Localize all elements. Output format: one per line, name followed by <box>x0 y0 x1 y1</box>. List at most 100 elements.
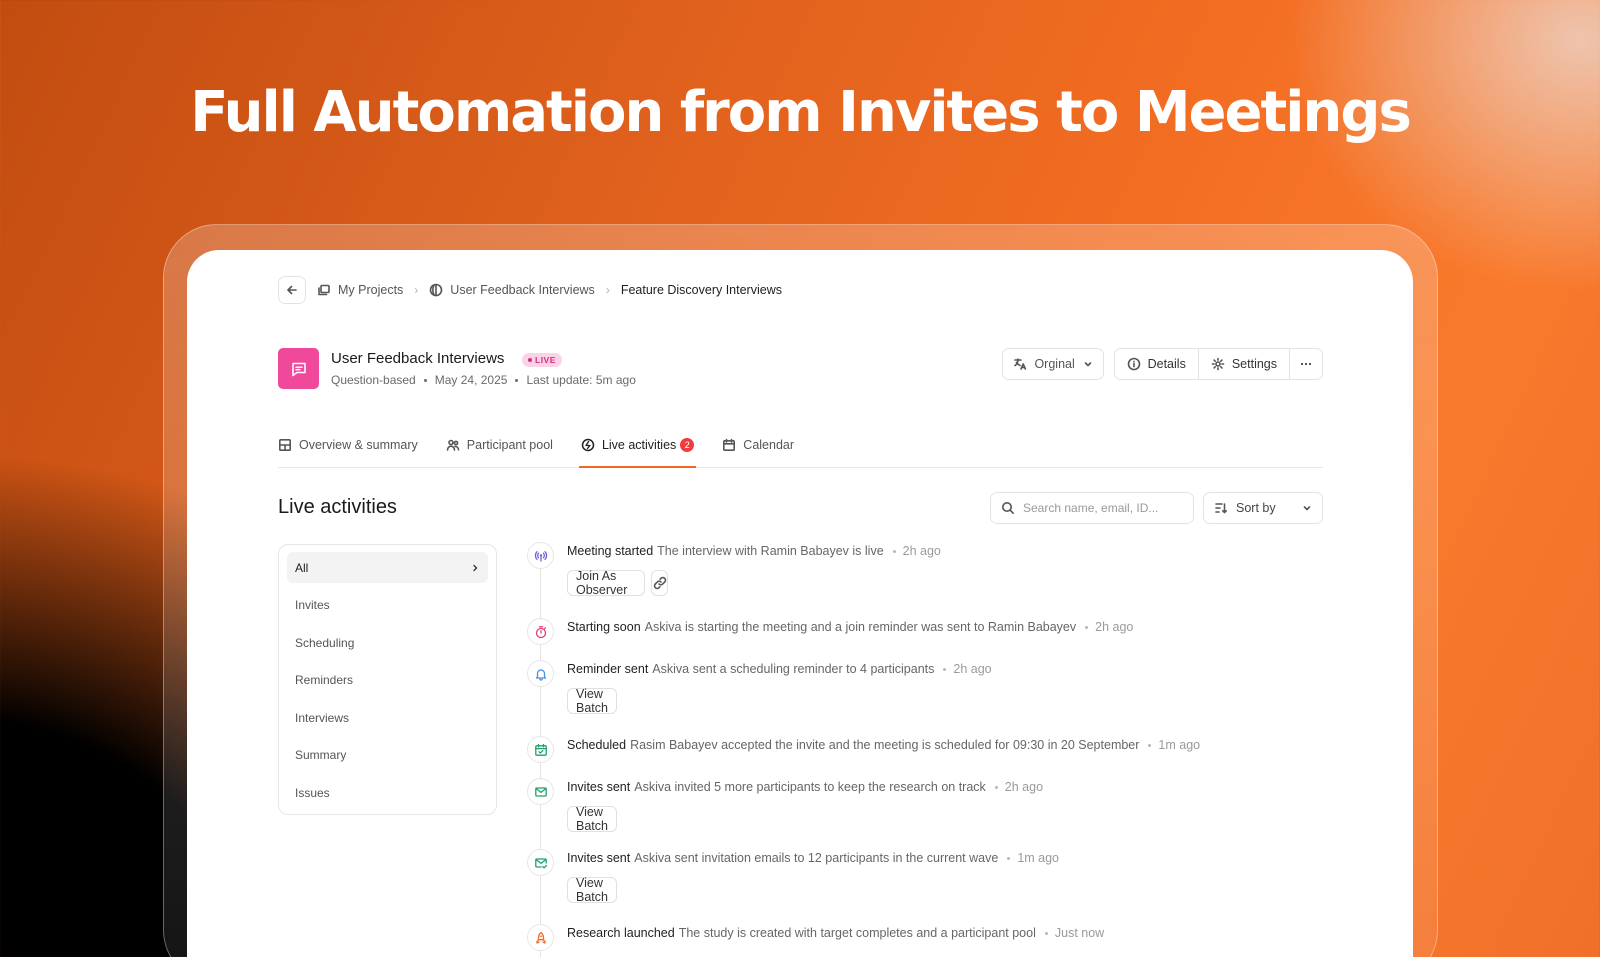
calendar-icon <box>723 438 736 451</box>
stopwatch-icon <box>527 618 554 645</box>
project-title: User Feedback Interviews <box>331 350 505 367</box>
separator-dot <box>1044 931 1048 935</box>
rocket-icon <box>527 924 554 951</box>
chevron-down-icon <box>1303 506 1311 511</box>
activity-title: Reminder sent <box>567 662 649 676</box>
activity-description: Askiva sent a scheduling reminder to 4 p… <box>652 662 935 676</box>
tab-label: Calendar <box>743 438 795 452</box>
filter-label: All <box>295 560 309 575</box>
translate-icon <box>1013 358 1026 370</box>
activity-time: 1m ago <box>1158 738 1201 752</box>
view-batch-button[interactable]: View Batch <box>567 687 617 715</box>
activity-title: Research launched <box>567 926 675 940</box>
filter-reminders[interactable]: Reminders <box>287 665 488 696</box>
tab-calendar[interactable]: Calendar <box>722 430 794 467</box>
activity-text: Reminder sent Askiva sent a scheduling r… <box>567 662 992 676</box>
activity-actions: View Batch <box>567 876 617 904</box>
separator-dot <box>1148 743 1152 747</box>
tab-overview[interactable]: Overview & summary <box>278 430 418 467</box>
sort-icon <box>1215 503 1227 514</box>
separator-dot <box>1007 856 1011 860</box>
filter-all[interactable]: All <box>287 552 488 583</box>
hero-title: Full Automation from Invites to Meetings <box>190 80 1412 145</box>
tab-bar: Overview & summary Participant pool Live… <box>278 430 1323 468</box>
sort-button[interactable]: Sort by <box>1203 492 1323 524</box>
details-button[interactable]: Details <box>1115 349 1199 379</box>
gear-icon <box>1211 357 1225 371</box>
filter-label: Summary <box>295 748 347 762</box>
more-horizontal-icon <box>1300 362 1312 366</box>
project-date: May 24, 2025 <box>434 373 508 387</box>
language-select[interactable]: Orginal <box>1001 348 1104 380</box>
users-icon <box>446 439 460 451</box>
more-button[interactable] <box>1290 349 1322 379</box>
folders-icon <box>318 284 330 296</box>
chevron-right-icon <box>473 564 478 571</box>
activity-actions: View Batch <box>567 687 617 715</box>
calendar-check-icon <box>527 736 554 763</box>
filter-label: Invites <box>295 598 330 612</box>
filter-panel: All Invites Scheduling Reminders Intervi… <box>278 544 497 815</box>
separator-dot <box>994 785 998 789</box>
search-box <box>990 492 1194 524</box>
filter-issues[interactable]: Issues <box>287 777 488 808</box>
sort-label: Sort by <box>1236 501 1276 515</box>
join-as-observer-button[interactable]: Join As Observer <box>567 569 646 597</box>
tab-live-activities[interactable]: Live activities 2 <box>578 430 697 468</box>
activity-icon <box>581 438 595 452</box>
arrow-left-icon <box>287 285 297 295</box>
project-header: User Feedback Interviews LIVE Question-b… <box>278 348 1323 390</box>
activity-description: Rasim Babayev accepted the invite and th… <box>630 738 1140 752</box>
chevron-right-icon: › <box>605 283 610 297</box>
view-batch-button[interactable]: View Batch <box>567 805 617 833</box>
activity-title: Scheduled <box>567 738 627 752</box>
breadcrumb-my-projects[interactable]: My Projects <box>317 283 403 297</box>
tab-participant-pool[interactable]: Participant pool <box>446 430 553 467</box>
activity-description: Askiva invited 5 more participants to ke… <box>634 780 986 794</box>
details-label: Details <box>1147 357 1186 371</box>
info-icon <box>1127 357 1140 371</box>
chevron-right-icon: › <box>414 283 419 297</box>
settings-label: Settings <box>1231 357 1277 371</box>
activity-text: Starting soon Askiva is starting the mee… <box>567 620 1133 634</box>
activity-text: Invites sent Askiva invited 5 more parti… <box>567 780 1043 794</box>
activity-time: 2h ago <box>953 662 992 676</box>
section-title: Live activities <box>278 496 397 518</box>
language-label: Orginal <box>1034 357 1075 371</box>
activity-time: Just now <box>1054 926 1105 940</box>
activity-title: Invites sent <box>567 780 631 794</box>
project-last-update: Last update: 5m ago <box>526 373 636 387</box>
activity-actions: Join As Observer <box>567 569 669 597</box>
filter-interviews[interactable]: Interviews <box>287 702 488 733</box>
activity-title: Meeting started <box>567 544 654 558</box>
filter-scheduling[interactable]: Scheduling <box>287 627 488 658</box>
breadcrumb: My Projects › User Feedback Interviews ›… <box>278 276 782 304</box>
breadcrumb-label: My Projects <box>338 283 404 297</box>
tab-label: Overview & summary <box>299 438 418 452</box>
copy-link-button[interactable] <box>651 570 669 596</box>
tab-label: Live activities <box>601 438 677 452</box>
separator-dot <box>423 378 427 382</box>
view-batch-button[interactable]: View Batch <box>567 876 617 904</box>
activity-time: 2h ago <box>902 544 941 558</box>
tab-label: Participant pool <box>466 438 553 452</box>
breadcrumb-user-feedback[interactable]: User Feedback Interviews <box>429 283 595 297</box>
filter-label: Interviews <box>295 710 350 725</box>
breadcrumb-label: User Feedback Interviews <box>450 283 595 297</box>
activity-description: The interview with Ramin Babayev is live <box>657 544 884 558</box>
breadcrumb-current: Feature Discovery Interviews <box>621 283 782 297</box>
filter-summary[interactable]: Summary <box>287 740 488 771</box>
activity-description: Askiva sent invitation emails to 12 part… <box>634 851 999 865</box>
filter-invites[interactable]: Invites <box>287 590 488 621</box>
separator-dot <box>943 667 947 671</box>
header-actions: Orginal Details Settings <box>1001 348 1323 380</box>
activity-text: Research launched The study is created w… <box>567 926 1104 940</box>
back-button[interactable] <box>278 276 306 304</box>
search-input[interactable] <box>1023 501 1173 515</box>
separator-dot <box>515 378 519 382</box>
breadcrumb-label: Feature Discovery Interviews <box>620 283 782 297</box>
settings-button[interactable]: Settings <box>1199 349 1290 379</box>
link-icon <box>653 576 667 590</box>
filter-label: Scheduling <box>295 635 355 650</box>
activity-description: The study is created with target complet… <box>678 926 1036 940</box>
